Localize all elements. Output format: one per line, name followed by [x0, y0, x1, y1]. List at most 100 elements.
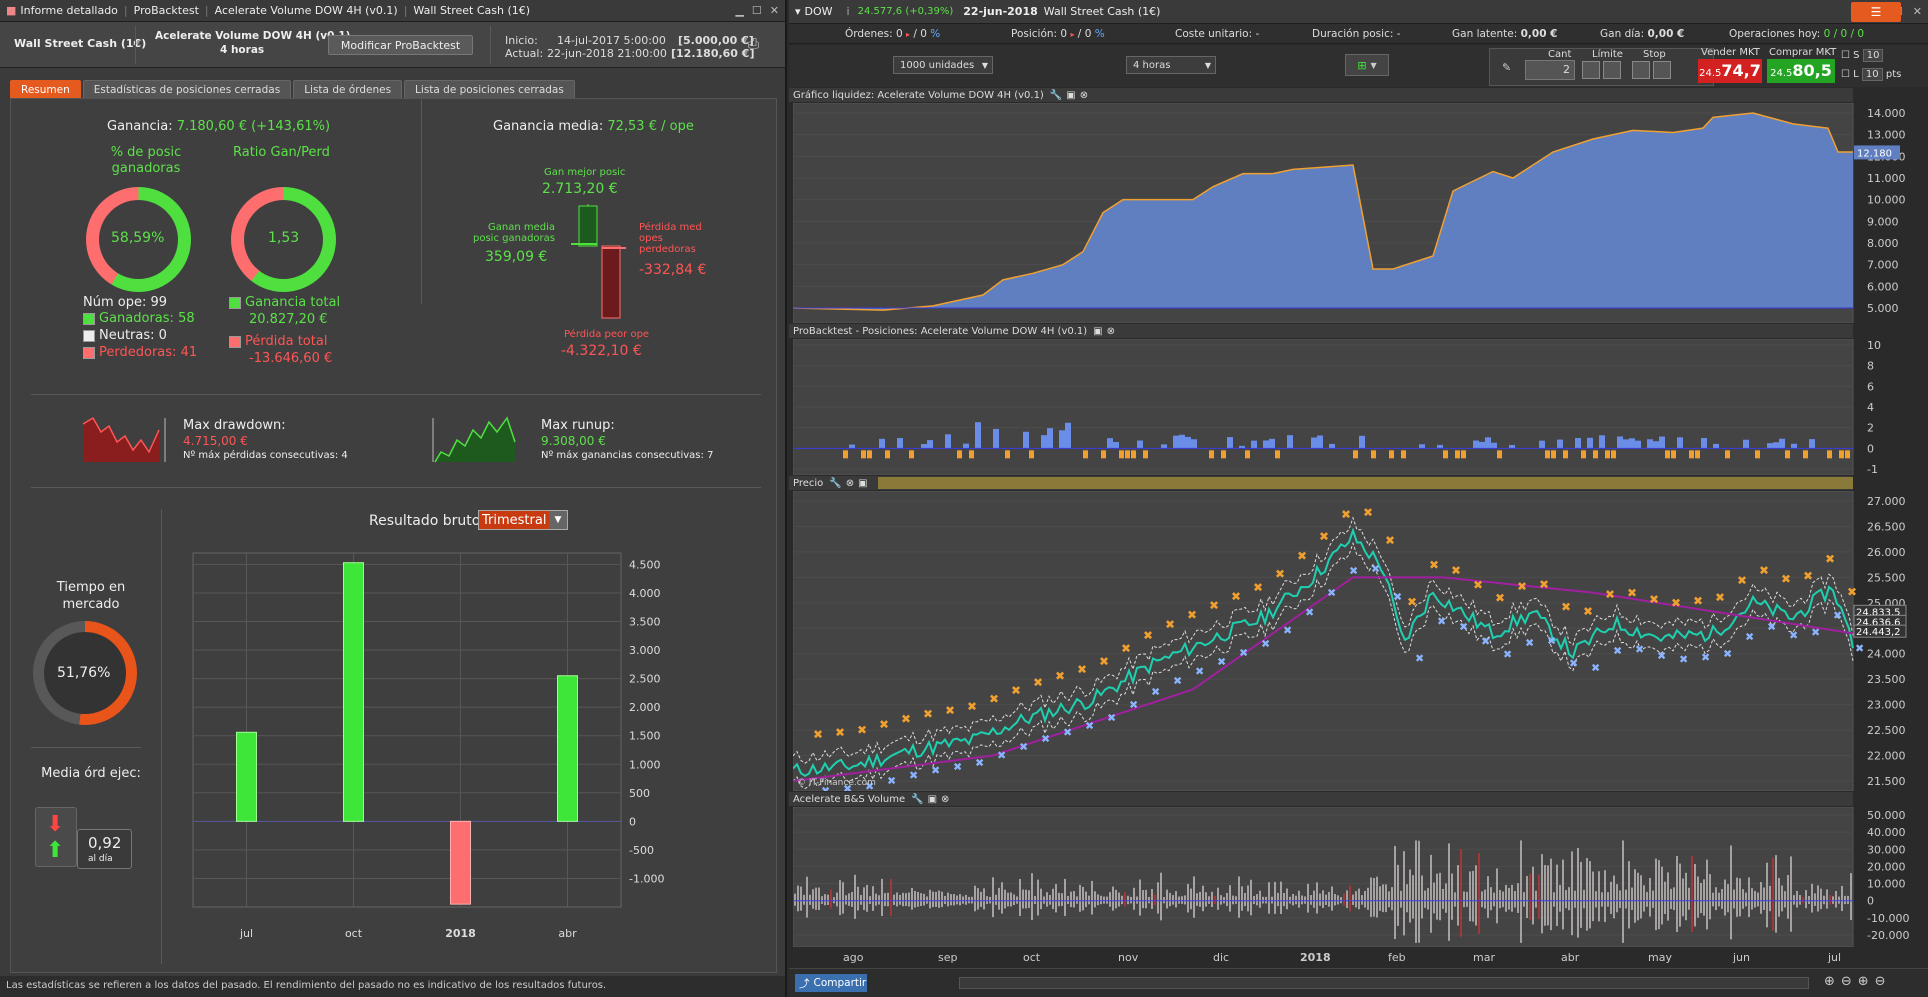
sell-marker: ✖ [967, 700, 977, 714]
avg-orders-box: 0,92 al día [77, 829, 132, 869]
print-icon[interactable]: ⎙ [748, 36, 759, 52]
position-bar [1767, 443, 1773, 449]
sell-marker: ✖ [1561, 600, 1571, 614]
position-bar [1587, 437, 1593, 449]
ruler-icon[interactable]: ✎ [1502, 61, 1511, 74]
x-tick-label: abr [1561, 951, 1580, 964]
buy-marker: ✖ [1327, 587, 1336, 600]
position-bar-short [1695, 450, 1700, 459]
day-value: 0,00 € [1647, 28, 1685, 40]
info-icon[interactable]: i [847, 5, 850, 18]
qty-input[interactable]: 2 [1525, 60, 1575, 80]
wrench-icon[interactable]: 🔧 [1050, 90, 1062, 101]
s-pts[interactable]: 10 [1862, 49, 1884, 62]
maximize-icon[interactable]: ☐ [752, 4, 762, 17]
position-bar [1557, 439, 1563, 449]
minimize-icon[interactable]: ▁ [735, 4, 743, 17]
x-tick-label: ago [843, 951, 864, 964]
day-label: Gan día: [1600, 28, 1645, 40]
panel-close-icon[interactable]: ⊗ [1080, 90, 1088, 101]
sell-marker: ✖ [1363, 505, 1373, 519]
equity-y-tick: 10.000 [1867, 194, 1906, 207]
position-bar [1263, 440, 1269, 449]
positions-close-icon[interactable]: ⊗ [1107, 326, 1115, 337]
tab-summary[interactable]: Resumen [10, 80, 81, 98]
equity-y-tick: 14.000 [1867, 107, 1906, 120]
scrollbar[interactable] [959, 977, 1809, 989]
position-bar-short [1101, 450, 1106, 459]
close-icon[interactable]: ✕ [770, 4, 779, 17]
buy-market-button[interactable]: 24.5 80,5 [1767, 59, 1835, 83]
y-tick-label: 4.500 [629, 558, 661, 571]
timeframe-select[interactable]: 4 horas ▼ [1126, 56, 1216, 74]
s-checkbox[interactable]: ☐ [1841, 50, 1850, 61]
price-wrench-icon[interactable]: 🔧 [829, 478, 841, 489]
limit-sell-icon[interactable] [1603, 61, 1621, 79]
pts-label: pts [1885, 69, 1902, 80]
sell-marker: ✖ [1847, 585, 1857, 599]
volume-close-icon[interactable]: ⊗ [941, 794, 949, 805]
buy-marker: ✖ [1591, 662, 1600, 675]
avg-orders-icon: ⬇ ⬆ [35, 807, 77, 867]
stop-buy-icon[interactable] [1632, 61, 1650, 79]
tab-closed-stats[interactable]: Estadísticas de posiciones cerradas [82, 80, 292, 98]
l-pts[interactable]: 10 [1861, 68, 1883, 81]
price-close-icon[interactable]: ⊗ [846, 478, 854, 489]
chart-title-bar: ▾ DOW i 24.577,6 (+0,39%) 22-jun-2018 Wa… [789, 0, 1928, 24]
equity-y-tick: 7.000 [1867, 259, 1899, 272]
buy-marker: ✖ [909, 769, 918, 782]
stop-sell-icon[interactable] [1653, 61, 1671, 79]
positions-y-tick: 10 [1867, 339, 1881, 352]
chart-window: ▾ DOW i 24.577,6 (+0,39%) 22-jun-2018 Wa… [789, 0, 1928, 997]
position-bar [1617, 436, 1623, 449]
sell-marker: ✖ [1627, 586, 1637, 600]
period-select[interactable]: Trimestral ▼ [478, 510, 568, 530]
orange-toolbar-icon[interactable]: ☰ [1851, 2, 1901, 22]
position-bar-short [1593, 450, 1598, 459]
title-item-1: Informe detallado [20, 4, 118, 17]
volume-wrench-icon[interactable]: 🔧 [911, 794, 923, 805]
chart-close-icon[interactable]: ✕ [1913, 5, 1922, 18]
buy-marker: ✖ [1525, 637, 1534, 650]
position-bar-short [1689, 450, 1694, 459]
price-max-icon[interactable]: ▣ [858, 478, 867, 489]
price-panel-header: Precio 🔧 ⊗ ▣ [789, 476, 1853, 490]
buy-marker: ✖ [1393, 590, 1402, 603]
sell-marker: ✖ [1495, 591, 1505, 605]
chart-type-button[interactable]: ⊞ ▼ [1345, 54, 1389, 76]
avg-loss-value: -332,84 € [639, 262, 707, 278]
volume-max-icon[interactable]: ▣ [928, 794, 937, 805]
l-checkbox[interactable]: ☐ [1841, 69, 1850, 80]
positions-max-icon[interactable]: ▣ [1093, 326, 1102, 337]
ru-value: 9.308,00 € [541, 434, 606, 448]
equity-y-tick: 13.000 [1867, 129, 1906, 142]
sell-price-small: 24.5 [1699, 68, 1722, 79]
zoom-icons[interactable]: ⊕⊖⊕⊖ [1824, 974, 1892, 989]
sell-marker: ✖ [1121, 641, 1131, 655]
tab-orders[interactable]: Lista de órdenes [293, 80, 403, 98]
x-tick-label: feb [1388, 951, 1406, 964]
units-select[interactable]: 1000 unidades ▼ [893, 56, 993, 74]
sell-marker: ✖ [1671, 596, 1681, 610]
sell-marker: ✖ [1253, 581, 1263, 595]
winners-pct-label: % de posic ganadoras [110, 145, 182, 176]
symbol[interactable]: DOW [805, 5, 833, 18]
y-tick-label: 4.000 [629, 587, 661, 600]
sell-market-button[interactable]: 24.5 74,7 [1698, 59, 1762, 83]
avg-loss-label: Pérdida med opes perdedoras [639, 222, 702, 255]
x-tick-label: nov [1118, 951, 1139, 964]
position-bar [1809, 439, 1815, 449]
equity-chart: 14.00013.00012.00011.00010.0009.0008.000… [793, 103, 1906, 323]
tab-closed-positions[interactable]: Lista de posiciones cerradas [404, 80, 575, 98]
title-item-4: Wall Street Cash (1€) [413, 4, 531, 17]
winners-pct-value: 58,59% [111, 230, 165, 246]
panel-max-icon[interactable]: ▣ [1066, 90, 1075, 101]
dropdown-icon[interactable]: ▾ [795, 5, 801, 18]
sell-marker: ✖ [1055, 669, 1065, 683]
today-label: Operaciones hoy: [1729, 28, 1821, 40]
modify-probacktest-button[interactable]: Modificar ProBacktest [328, 35, 473, 55]
volume-y-tick: 30.000 [1867, 843, 1906, 856]
share-button[interactable]: ⤴ Compartir [795, 974, 867, 992]
position-bar-short [1665, 450, 1670, 459]
limit-buy-icon[interactable] [1582, 61, 1600, 79]
